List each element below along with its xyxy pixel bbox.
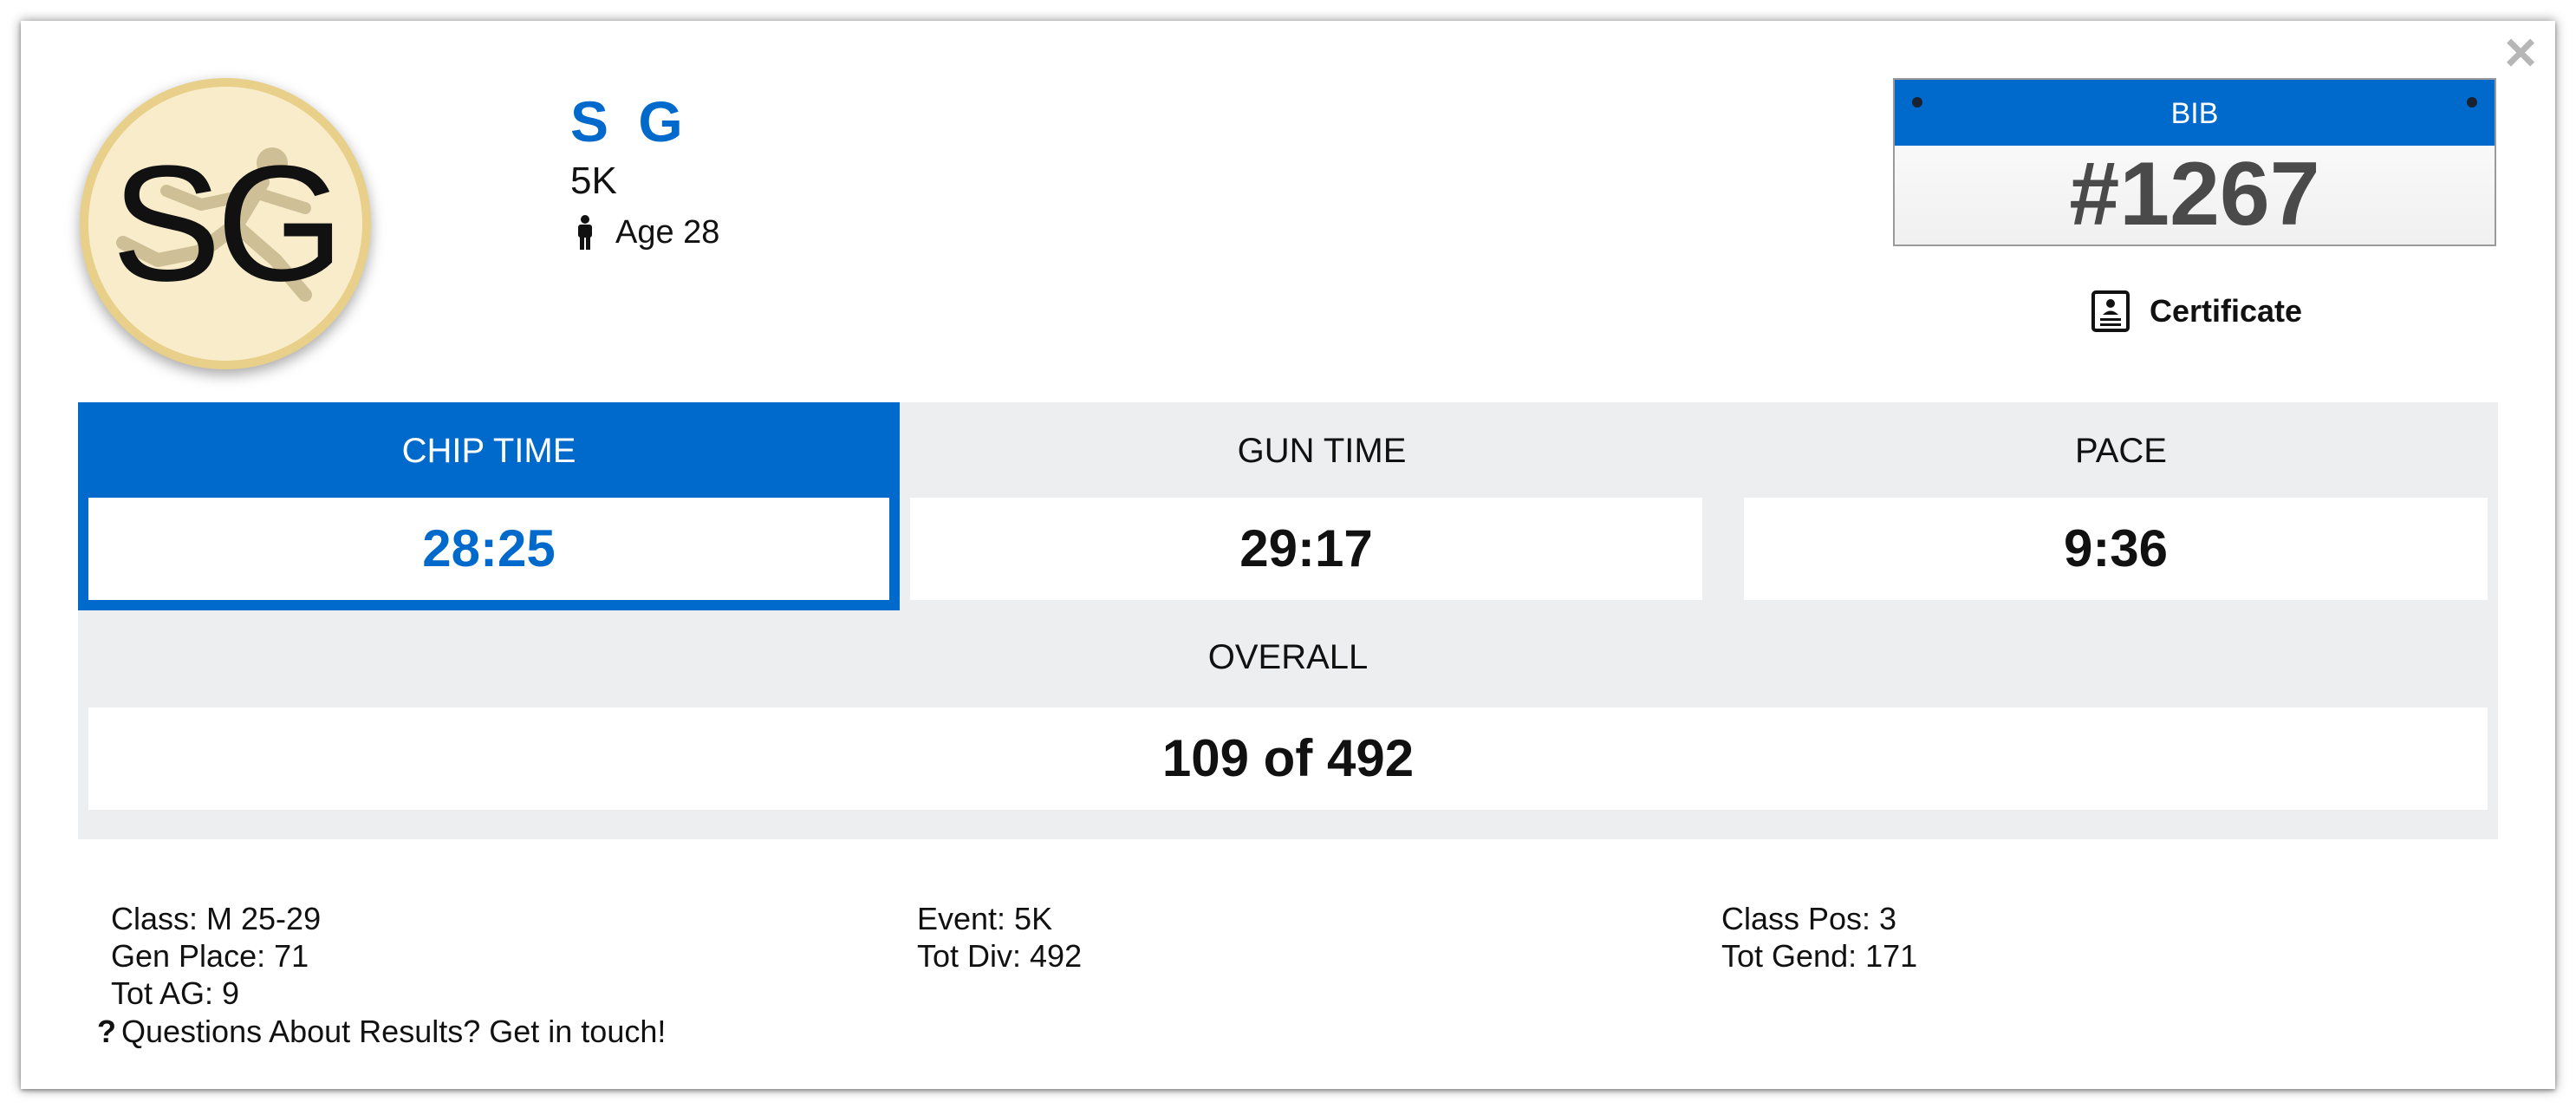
question-icon: ?	[97, 1014, 116, 1049]
result-details: Class: M 25-29 Gen Place: 71 Tot AG: 9 E…	[111, 900, 2451, 1013]
pace-stat[interactable]: PACE 9:36	[1744, 402, 2498, 610]
pace-value: 9:36	[1744, 498, 2488, 600]
detail-class: Class: M 25-29	[111, 901, 322, 936]
athlete-name[interactable]: S G	[570, 87, 719, 156]
bib-number: #1267	[2069, 144, 2320, 245]
detail-tot-div: Tot Div: 492	[917, 938, 1083, 974]
results-modal: × SG S G 5K Age 28 BIB #1267 Certificate…	[21, 21, 2555, 1089]
bib-label: BIB	[2170, 97, 2219, 130]
overall-label: OVERALL	[1207, 638, 1369, 676]
gun-time-label: GUN TIME	[1237, 432, 1407, 470]
certificate-button[interactable]: Certificate	[2091, 290, 2302, 333]
stats-panel: CHIP TIME 28:25 GUN TIME 29:17 PACE 9:36…	[78, 402, 2498, 839]
athlete-info: S G 5K Age 28	[570, 87, 719, 258]
gun-time-stat[interactable]: GUN TIME 29:17	[900, 402, 1744, 610]
certificate-icon	[2091, 290, 2130, 332]
athlete-event: 5K	[570, 160, 617, 202]
details-column-1: Class: M 25-29 Gen Place: 71 Tot AG: 9	[111, 900, 321, 1012]
bib-header: BIB	[1895, 80, 2495, 146]
questions-link[interactable]: ? Questions About Results? Get in touch!	[97, 1013, 666, 1051]
athlete-age-row: Age 28	[570, 206, 719, 258]
overall-value: 109 of 492	[88, 707, 2488, 810]
detail-tot-ag: Tot AG: 9	[111, 975, 240, 1011]
overall-stat[interactable]: OVERALL 109 of 492	[78, 612, 2498, 839]
details-column-3: Class Pos: 3 Tot Gend: 171	[1721, 900, 1917, 975]
chip-time-stat[interactable]: CHIP TIME 28:25	[78, 402, 900, 610]
detail-tot-gend: Tot Gend: 171	[1721, 938, 1918, 974]
details-column-2: Event: 5K Tot Div: 492	[917, 900, 1082, 975]
bib-card: BIB #1267	[1893, 78, 2496, 246]
avatar-initials: SG	[111, 132, 345, 316]
certificate-label: Certificate	[2150, 293, 2303, 329]
gun-time-value: 29:17	[910, 498, 1702, 600]
pace-label: PACE	[2075, 432, 2167, 470]
questions-text: Questions About Results? Get in touch!	[121, 1014, 667, 1049]
bib-hole-left	[1912, 97, 1922, 108]
bib-hole-right	[2467, 97, 2477, 108]
detail-class-pos: Class Pos: 3	[1721, 901, 1897, 936]
detail-gen-place: Gen Place: 71	[111, 938, 309, 974]
athlete-age: Age 28	[615, 214, 720, 251]
detail-event: Event: 5K	[917, 901, 1053, 936]
close-icon[interactable]: ×	[2496, 24, 2545, 80]
avatar: SG	[80, 78, 371, 369]
chip-time-label: CHIP TIME	[401, 432, 576, 470]
male-person-icon	[578, 215, 592, 250]
chip-time-value: 28:25	[88, 498, 889, 600]
